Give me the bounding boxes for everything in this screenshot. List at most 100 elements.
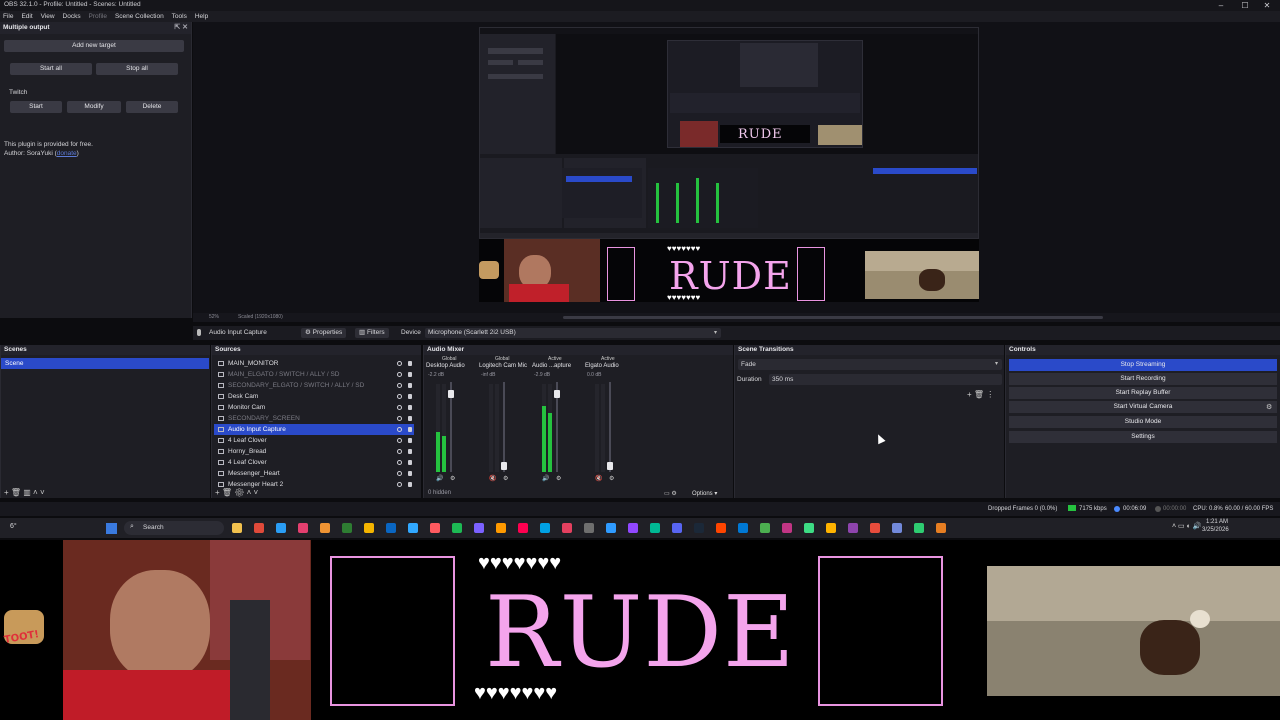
lock-icon[interactable]: [408, 471, 412, 476]
stop-streaming-button[interactable]: Stop Streaming: [1009, 359, 1277, 371]
taskbar-app-icon[interactable]: [254, 523, 264, 533]
volume-slider-knob[interactable]: [554, 390, 560, 398]
hidden-count[interactable]: 0 hidden: [428, 490, 451, 496]
muted-speaker-icon[interactable]: 🔇: [595, 475, 602, 482]
channel-name[interactable]: Desktop Audio: [426, 363, 465, 369]
filters-button[interactable]: ▥ Filters: [355, 328, 389, 338]
channel-settings-gear-icon[interactable]: ⚙: [609, 475, 614, 482]
taskbar-app-icon[interactable]: [760, 523, 770, 533]
taskbar-app-icon[interactable]: [452, 523, 462, 533]
menu-scene-collection[interactable]: Scene Collection: [112, 11, 167, 22]
system-tray-icons[interactable]: ˄ ▭ ◐ 🔊: [1172, 522, 1201, 530]
settings-button[interactable]: Settings: [1009, 431, 1277, 443]
visibility-eye-icon[interactable]: [397, 372, 402, 377]
source-item[interactable]: SECONDARY_ELGATO / SWITCH / ALLY / SD: [214, 380, 414, 391]
source-item[interactable]: Monitor Cam: [214, 402, 414, 413]
visibility-eye-icon[interactable]: [397, 427, 402, 432]
taskbar-app-icon[interactable]: [430, 523, 440, 533]
source-item[interactable]: Messenger_Heart: [214, 468, 414, 479]
device-select[interactable]: Microphone (Scarlett 2i2 USB) ▾: [425, 328, 721, 338]
dock-close-icon[interactable]: ⇱ ✕: [174, 22, 188, 34]
visibility-eye-icon[interactable]: [397, 449, 402, 454]
start-recording-button[interactable]: Start Recording: [1009, 373, 1277, 385]
lock-icon[interactable]: [408, 361, 412, 366]
visibility-eye-icon[interactable]: [397, 471, 402, 476]
visibility-eye-icon[interactable]: [397, 438, 402, 443]
menu-help[interactable]: Help: [192, 11, 211, 22]
lock-icon[interactable]: [408, 482, 412, 487]
lock-icon[interactable]: [408, 372, 412, 377]
preview-scrollbar[interactable]: [563, 316, 1103, 319]
taskbar-app-icon[interactable]: [562, 523, 572, 533]
channel-name[interactable]: Audio ...apture: [532, 363, 571, 369]
start-all-button[interactable]: Start all: [10, 63, 92, 75]
speaker-icon[interactable]: 🔊: [542, 475, 549, 482]
taskbar-app-icon[interactable]: [826, 523, 836, 533]
channel-name[interactable]: Elgato Audio: [585, 363, 619, 369]
taskbar-app-icon[interactable]: [584, 523, 594, 533]
properties-button[interactable]: ⚙ Properties: [301, 328, 347, 338]
taskbar-app-icon[interactable]: [386, 523, 396, 533]
scale-label[interactable]: Scaled (1920x1080): [238, 314, 283, 320]
taskbar-app-icon[interactable]: [342, 523, 352, 533]
maximize-button[interactable]: ☐: [1234, 0, 1256, 11]
channel-settings-gear-icon[interactable]: ⚙: [503, 475, 508, 482]
taskbar-app-icon[interactable]: [782, 523, 792, 533]
volume-slider[interactable]: [554, 382, 560, 472]
sources-toolbar[interactable]: + 🗑 ⚙ ˄ ˅: [215, 488, 258, 497]
source-item[interactable]: Horny_Bread: [214, 446, 414, 457]
donate-link[interactable]: donate: [57, 150, 77, 157]
visibility-eye-icon[interactable]: [397, 394, 402, 399]
taskbar-app-icon[interactable]: [892, 523, 902, 533]
visibility-eye-icon[interactable]: [397, 460, 402, 465]
menu-tools[interactable]: Tools: [169, 11, 190, 22]
close-button[interactable]: ✕: [1256, 0, 1278, 11]
target-modify-button[interactable]: Modify: [67, 101, 121, 113]
taskbar-app-icon[interactable]: [474, 523, 484, 533]
menu-edit[interactable]: Edit: [18, 11, 35, 22]
lock-icon[interactable]: [408, 438, 412, 443]
scene-item[interactable]: Scene: [1, 358, 209, 369]
taskbar-app-icon[interactable]: [738, 523, 748, 533]
virtual-camera-gear-icon[interactable]: ⚙: [1266, 403, 1272, 411]
taskbar-app-icon[interactable]: [276, 523, 286, 533]
source-item[interactable]: MAIN_MONITOR: [214, 358, 414, 369]
source-item[interactable]: Audio Input Capture: [214, 424, 414, 435]
target-delete-button[interactable]: Delete: [126, 101, 178, 113]
taskbar-app-icon[interactable]: [672, 523, 682, 533]
minimize-button[interactable]: –: [1210, 0, 1232, 11]
channel-settings-gear-icon[interactable]: ⚙: [556, 475, 561, 482]
taskbar-app-icon[interactable]: [936, 523, 946, 533]
volume-slider-knob[interactable]: [501, 462, 507, 470]
taskbar-app-icon[interactable]: [364, 523, 374, 533]
taskbar-app-icon[interactable]: [650, 523, 660, 533]
lock-icon[interactable]: [408, 449, 412, 454]
taskbar-app-icon[interactable]: [914, 523, 924, 533]
add-target-button[interactable]: Add new target: [4, 40, 184, 52]
menu-docks[interactable]: Docks: [60, 11, 84, 22]
target-start-button[interactable]: Start: [10, 101, 62, 113]
zoom-level[interactable]: 52%: [209, 314, 219, 320]
muted-speaker-icon[interactable]: 🔇: [489, 475, 496, 482]
lock-icon[interactable]: [408, 405, 412, 410]
taskbar-search[interactable]: ⌕ Search: [124, 521, 224, 535]
taskbar-app-icon[interactable]: [848, 523, 858, 533]
start-replay-buffer-button[interactable]: Start Replay Buffer: [1009, 387, 1277, 399]
visibility-eye-icon[interactable]: [397, 482, 402, 487]
taskbar-app-icon[interactable]: [804, 523, 814, 533]
transition-toolbar[interactable]: + 🗑 ⋮: [967, 390, 994, 399]
taskbar-app-icon[interactable]: [606, 523, 616, 533]
studio-mode-button[interactable]: Studio Mode: [1009, 416, 1277, 428]
taskbar-app-icon[interactable]: [540, 523, 550, 533]
taskbar-app-icon[interactable]: [298, 523, 308, 533]
visibility-eye-icon[interactable]: [397, 416, 402, 421]
taskbar-app-icon[interactable]: [408, 523, 418, 533]
volume-slider-knob[interactable]: [448, 390, 454, 398]
source-item[interactable]: Desk Cam: [214, 391, 414, 402]
lock-icon[interactable]: [408, 427, 412, 432]
lock-icon[interactable]: [408, 383, 412, 388]
mixer-layout-icon[interactable]: ▭ ⚙: [664, 490, 677, 497]
clock-time[interactable]: 1:21 AM: [1206, 519, 1228, 525]
start-virtual-camera-button[interactable]: Start Virtual Camera: [1009, 401, 1277, 413]
taskbar-app-icon[interactable]: [518, 523, 528, 533]
